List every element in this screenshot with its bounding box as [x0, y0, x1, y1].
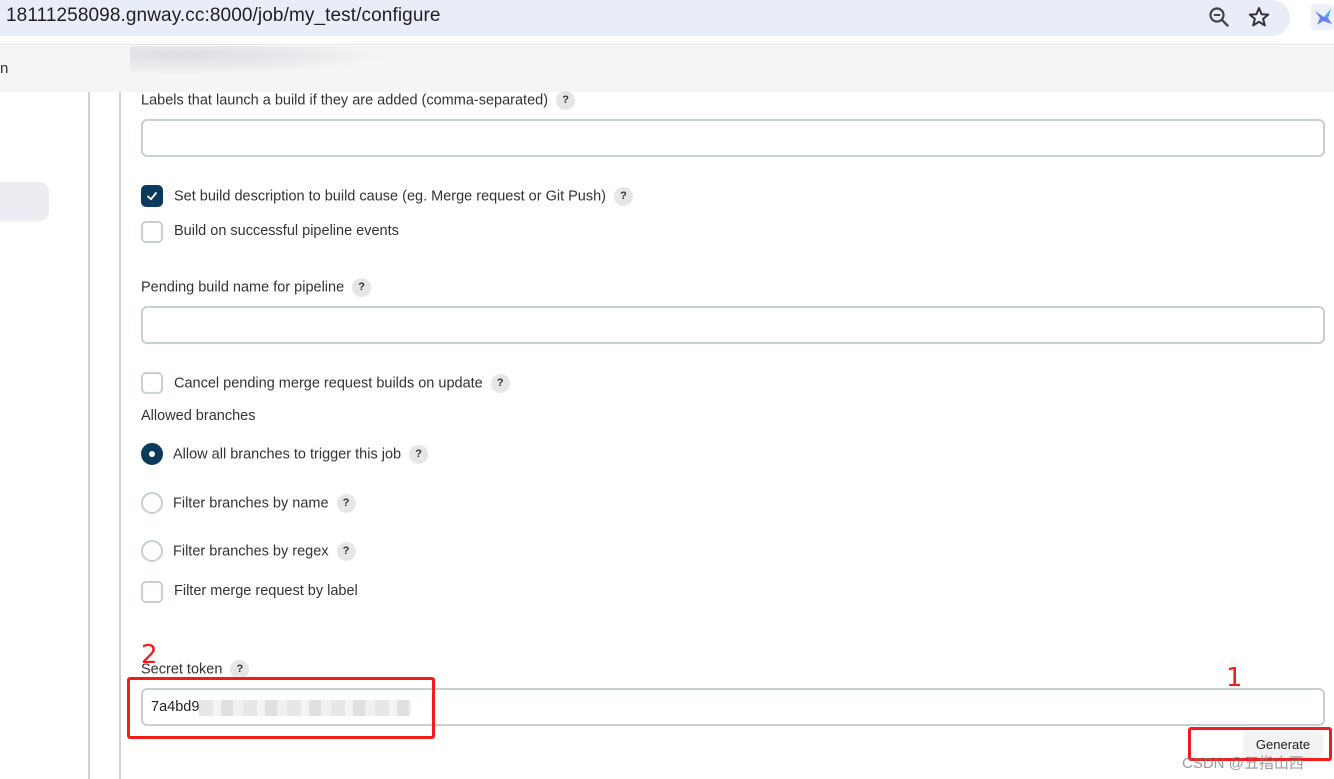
url-text[interactable]: 18111258098.gnway.cc:8000/job/my_test/co… — [6, 5, 441, 27]
allow-all-branches-label: Allow all branches to trigger this job? — [173, 445, 429, 464]
extension-bird-icon[interactable] — [1311, 4, 1334, 30]
labels-added-label: Labels that launch a build if they are a… — [141, 91, 576, 110]
radio-filter-by-regex[interactable] — [141, 540, 163, 562]
breadcrumb-fragment[interactable]: n — [0, 60, 8, 77]
help-icon[interactable]: ? — [490, 374, 510, 393]
allowed-branches-heading: Allowed branches — [141, 408, 256, 424]
jenkins-breadcrumb-bar: n — [0, 46, 1334, 92]
sidebar-divider — [88, 92, 90, 779]
build-on-pipeline-checkbox[interactable] — [141, 221, 163, 243]
allow-all-branches-text: Allow all branches to trigger this job — [173, 446, 402, 463]
filter-by-name-label: Filter branches by name? — [173, 494, 356, 513]
radio-filter-by-name[interactable] — [141, 492, 163, 514]
cancel-pending-checkbox[interactable] — [141, 372, 163, 394]
filter-by-label-checkbox[interactable] — [141, 581, 163, 603]
set-build-description-text: Set build description to build cause (eg… — [174, 188, 607, 205]
help-icon[interactable]: ? — [556, 91, 576, 110]
help-icon[interactable]: ? — [409, 445, 429, 464]
browser-toolbar: 18111258098.gnway.cc:8000/job/my_test/co… — [0, 0, 1334, 45]
help-icon[interactable]: ? — [352, 278, 372, 297]
build-on-pipeline-label: Build on successful pipeline events — [174, 223, 399, 239]
help-icon[interactable]: ? — [336, 494, 356, 513]
help-icon[interactable]: ? — [336, 542, 356, 561]
obscured-token-region — [199, 700, 411, 716]
filter-by-regex-text: Filter branches by regex — [173, 543, 329, 560]
annotation-number-2: 2 — [141, 640, 158, 670]
set-build-description-checkbox[interactable] — [141, 185, 163, 207]
zoom-out-icon[interactable] — [1208, 6, 1230, 28]
filter-by-regex-label: Filter branches by regex? — [173, 542, 356, 561]
set-build-description-label: Set build description to build cause (eg… — [174, 187, 634, 206]
labels-added-text: Labels that launch a build if they are a… — [141, 92, 549, 109]
header-blur — [130, 46, 390, 76]
pending-build-name-label: Pending build name for pipeline? — [141, 278, 372, 297]
secret-token-input[interactable]: 7a4bd9 — [141, 688, 1325, 726]
secret-token-value: 7a4bd9 — [151, 699, 200, 715]
help-icon[interactable]: ? — [614, 187, 634, 206]
address-bar[interactable]: 18111258098.gnway.cc:8000/job/my_test/co… — [0, 0, 1290, 36]
help-icon[interactable]: ? — [230, 660, 250, 679]
labels-added-input[interactable] — [141, 119, 1325, 157]
filter-by-name-text: Filter branches by name — [173, 495, 329, 512]
bookmark-star-icon[interactable] — [1247, 5, 1271, 29]
pending-build-name-text: Pending build name for pipeline — [141, 279, 345, 296]
sidebar-item-active[interactable] — [0, 182, 49, 221]
annotation-number-1: 1 — [1226, 663, 1243, 693]
watermark: CSDN @五指山西 — [1182, 755, 1304, 772]
section-divider — [119, 92, 121, 779]
checkmark-icon — [147, 192, 157, 201]
filter-by-label-label: Filter merge request by label — [174, 583, 358, 599]
pending-build-name-input[interactable] — [141, 306, 1325, 344]
cancel-pending-text: Cancel pending merge request builds on u… — [174, 375, 483, 392]
radio-allow-all-branches[interactable] — [141, 443, 163, 465]
cancel-pending-label: Cancel pending merge request builds on u… — [174, 374, 510, 393]
